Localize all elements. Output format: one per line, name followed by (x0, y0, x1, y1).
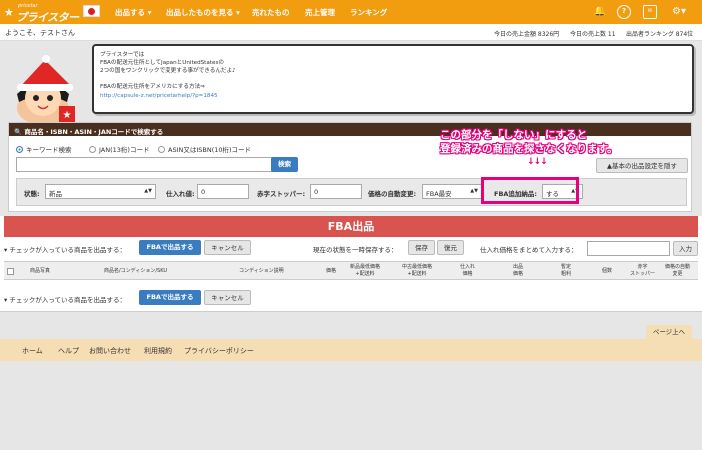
svg-text:★: ★ (63, 110, 72, 121)
temp-save-label: 現在の状態を一時保存する： (313, 246, 398, 254)
save-button[interactable]: 保存 (408, 240, 435, 255)
bulk-list-label: ▾ チェックが入っている商品を出品する： (4, 246, 127, 254)
footer: ホーム ヘルプ お問い合わせ 利用規約 プライバシーポリシー (0, 339, 702, 361)
gear-icon[interactable]: ⚙▾ (669, 5, 689, 19)
column-header: 個数 (602, 268, 613, 274)
footer-link-privacy[interactable]: プライバシーポリシー (184, 346, 254, 356)
bubble-line: FBAの配送元住所をアメリカにする方法⇒ (100, 84, 205, 90)
star-icon: ★ (4, 6, 14, 19)
bulk-price-label: 仕入れ価格をまとめて入力する： (480, 246, 578, 254)
footer-link-terms[interactable]: 利用規約 (144, 346, 172, 356)
mascot-character-image: ★ (17, 55, 75, 125)
message-icon[interactable]: ✉ (643, 5, 657, 19)
page-top-button[interactable]: ページ上へ (646, 325, 692, 339)
column-header: 価格 (326, 268, 337, 274)
bubble-line: プライスターでは (100, 52, 145, 58)
fba-list-button[interactable]: FBAで出品する (139, 240, 201, 255)
select-all-checkbox[interactable] (7, 268, 14, 275)
fba-list-button-bottom[interactable]: FBAで出品する (139, 290, 201, 305)
bubble-line: FBAの配送元住所としてJapanとUnitedStatesの (100, 60, 224, 66)
footer-link-help[interactable]: ヘルプ (58, 346, 79, 356)
auto-price-select[interactable]: FBA最安 ▲▼ (422, 184, 482, 199)
radio-jan[interactable]: JAN(13桁)コード (89, 144, 149, 154)
restore-button[interactable]: 復元 (437, 240, 464, 255)
today-sales-count: 今日の売上数 11 (570, 31, 616, 38)
speech-bubble: プライスターでは FBAの配送元住所としてJapanとUnitedStatesの… (92, 44, 694, 114)
column-header: 仕入れ 価格 (460, 264, 476, 277)
highlight-frame (481, 177, 579, 204)
input-button[interactable]: 入力 (673, 241, 698, 256)
column-header: コンディション説明 (239, 268, 284, 274)
hide-basic-settings-button[interactable]: ▲基本の出品設定を隠す (596, 158, 688, 173)
column-header: 新品最低価格 +配送料 (350, 264, 381, 277)
bell-icon[interactable]: 🔔 (593, 5, 607, 19)
column-header: 赤字 ストッパー (630, 264, 656, 277)
footer-link-contact[interactable]: お問い合わせ (89, 346, 131, 356)
seller-ranking: 出品者ランキング 874位 (626, 31, 694, 38)
column-header: 商品写真 (30, 268, 51, 274)
nav-ranking[interactable]: ランキング (350, 7, 387, 18)
nav-list-item[interactable]: 出品する ▾ (115, 7, 151, 18)
search-button[interactable]: 検索 (271, 157, 298, 172)
top-nav: ★ pricetar プライスター 出品する ▾ 出品したものを見る ▾ 売れた… (0, 0, 702, 24)
nav-listed-items[interactable]: 出品したものを見る ▾ (166, 7, 240, 18)
annotation-callout: この部分を「しない」にすると 登録済みの商品を探さなくなります。 (440, 128, 680, 156)
bulk-price-input[interactable] (587, 241, 670, 256)
logo-text: プライスター (16, 11, 79, 24)
pricetar-logo[interactable]: ★ pricetar プライスター (4, 3, 80, 24)
table-header: 商品写真 商品名/コンディション/SKU コンディション説明 価格 新品最低価格… (4, 261, 698, 280)
radio-asin-isbn[interactable]: ASIN又はISBN(10桁)コード (158, 144, 251, 154)
nav-sold-items[interactable]: 売れたもの (252, 7, 290, 18)
help-icon[interactable]: ? (617, 5, 631, 19)
bubble-line: 2つの国をワンクリックで変更する事ができるんだよ♪ (100, 68, 236, 74)
nav-sales-management[interactable]: 売上管理 (305, 7, 335, 18)
column-header: 価格の自動 変更 (665, 264, 691, 277)
welcome-bar: ようこそ、テストさん 今日の売上金額 8326円 今日の売上数 11 出品者ラン… (0, 24, 702, 41)
condition-label: 状態: (24, 190, 40, 198)
welcome-text: ようこそ、テストさん (5, 29, 75, 37)
stopper-input[interactable]: 0 (310, 184, 362, 199)
column-header: 出品 価格 (513, 264, 524, 277)
listing-settings-row: 状態: 新品 ▲▼ 仕入れ値: 0 赤字ストッパー: 0 価格の自動変更: FBA… (16, 178, 687, 206)
help-link[interactable]: http://capsule-z.net/pricetarhelp/?p=184… (100, 93, 218, 99)
down-arrows-icon: ↓↓↓ (527, 157, 548, 167)
footer-link-home[interactable]: ホーム (22, 346, 43, 356)
callout-line: 登録済みの商品を探さなくなります。 (440, 143, 618, 155)
column-header: 暫定 粗利 (561, 264, 572, 277)
auto-price-label: 価格の自動変更: (368, 190, 417, 198)
today-sales-amount: 今日の売上金額 8326円 (494, 31, 560, 38)
callout-line: この部分を「しない」にすると (440, 129, 588, 141)
condition-select[interactable]: 新品 ▲▼ (45, 184, 156, 199)
cost-label: 仕入れ値: (166, 190, 195, 198)
column-header: 中古最低価格 +配送料 (402, 264, 433, 277)
cancel-button-bottom[interactable]: キャンセル (204, 290, 251, 305)
radio-keyword[interactable]: キーワード検索 (16, 144, 72, 154)
japan-flag-icon[interactable] (83, 5, 100, 17)
column-header: 商品名/コンディション/SKU (104, 268, 167, 274)
keyword-search-input[interactable] (16, 157, 275, 172)
cancel-button[interactable]: キャンセル (204, 240, 251, 255)
stopper-label: 赤字ストッパー: (257, 190, 306, 198)
cost-input[interactable]: 0 (197, 184, 249, 199)
bulk-list-label-bottom: ▾ チェックが入っている商品を出品する： (4, 296, 127, 304)
fba-title: FBA出品 (4, 216, 698, 237)
